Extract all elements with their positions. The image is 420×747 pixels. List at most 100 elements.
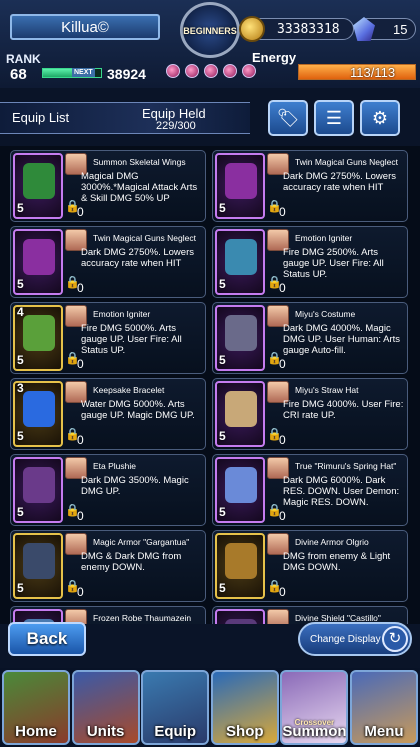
equip-thumbnail: 5 bbox=[215, 229, 265, 295]
nav-label: Units bbox=[86, 723, 125, 740]
energy-label: Energy bbox=[252, 50, 297, 65]
equip-card[interactable]: 5 🔒 0 Summon Skeletal Wings Magical DMG … bbox=[10, 150, 206, 222]
orb-icon bbox=[242, 64, 256, 78]
equip-card[interactable]: 5 🔒 0 Twin Magical Guns Neglect Dark DMG… bbox=[212, 150, 408, 222]
equip-description: DMG & Dark DMG from enemy DOWN. bbox=[81, 551, 182, 573]
equip-description: Dark DMG 6000%. Dark RES. DOWN. User Dem… bbox=[283, 475, 400, 508]
equip-art-icon bbox=[23, 315, 55, 351]
change-display-label: Change Display bbox=[310, 633, 381, 645]
gear-icon: ⚙ bbox=[371, 107, 389, 128]
equip-thumbnail: 5 bbox=[215, 533, 265, 599]
orb-icon bbox=[223, 64, 237, 78]
equip-level-badge: 4 bbox=[17, 305, 24, 319]
equip-count: 0 bbox=[279, 281, 286, 295]
equip-art-icon bbox=[23, 543, 55, 579]
nav-home[interactable]: Home bbox=[2, 670, 70, 745]
equip-thumbnail: 5 bbox=[13, 153, 63, 219]
rank-label: RANK bbox=[6, 52, 41, 66]
nav-label: Equip bbox=[154, 723, 197, 740]
equip-art-icon bbox=[23, 239, 55, 275]
equip-card[interactable]: 5 🔒 0 Eta Plushie Dark DMG 3500%. Magic … bbox=[10, 454, 206, 526]
equip-art-icon bbox=[23, 391, 55, 427]
equip-art-icon bbox=[225, 391, 257, 427]
settings-button[interactable]: ⚙ bbox=[360, 100, 400, 136]
equip-name: True "Rimuru's Spring Hat" bbox=[295, 461, 397, 471]
equip-thumbnail: 5 bbox=[215, 153, 265, 219]
equip-name: Eta Plushie bbox=[93, 461, 136, 471]
rarity-star: 5 bbox=[219, 353, 226, 367]
gold-value: 33383318 bbox=[277, 22, 340, 37]
nav-label: Shop bbox=[226, 723, 264, 740]
equip-name: Twin Magical Guns Neglect bbox=[93, 233, 196, 243]
nav-equip[interactable]: Equip bbox=[141, 670, 210, 745]
equip-art-icon bbox=[23, 467, 55, 503]
equip-name: Keepsake Bracelet bbox=[93, 385, 165, 395]
equip-card[interactable]: 5 🔒 0 Miyu's Costume Dark DMG 4000%. Mag… bbox=[212, 302, 408, 374]
equip-name: Summon Skeletal Wings bbox=[93, 157, 186, 167]
nav-summon[interactable]: Crossover Summon bbox=[280, 670, 349, 745]
equip-thumbnail: 5 bbox=[13, 229, 63, 295]
rarity-star: 5 bbox=[219, 429, 226, 443]
equip-art-icon bbox=[23, 163, 55, 199]
gem-value: 15 bbox=[393, 22, 408, 37]
equip-card[interactable]: 5 🔒 0 Twin Magical Guns Neglect Dark DMG… bbox=[10, 226, 206, 298]
equip-grid[interactable]: 5 🔒 0 Summon Skeletal Wings Magical DMG … bbox=[0, 146, 420, 624]
nav-units[interactable]: Units bbox=[71, 670, 140, 745]
equip-name: Emotion Igniter bbox=[295, 233, 353, 243]
gold-counter[interactable]: 33383318 bbox=[239, 16, 354, 42]
equip-description: Dark DMG 2750%. Lowers accuracy rate whe… bbox=[283, 171, 396, 193]
rarity-star: 5 bbox=[219, 201, 226, 215]
equip-list-bar: Equip List Equip Held 229/300 🏷 ☰ ⚙ bbox=[0, 96, 420, 140]
equip-art-icon bbox=[225, 467, 257, 503]
username-plate[interactable]: Killua© bbox=[10, 14, 160, 40]
equip-card[interactable]: 5 🔒 0 Magic Armor "Gargantua" DMG & Dark… bbox=[10, 530, 206, 602]
equip-description: Dark DMG 4000%. Magic DMG UP. User Human… bbox=[283, 323, 401, 356]
equip-card[interactable]: 5 🔒 0 4 Emotion Igniter Fire DMG 5000%. … bbox=[10, 302, 206, 374]
equip-count: 0 bbox=[77, 281, 84, 295]
tag-button[interactable]: 🏷 bbox=[268, 100, 308, 136]
equip-thumbnail: 5 bbox=[215, 457, 265, 523]
rarity-star: 5 bbox=[219, 277, 226, 291]
emblem-text: BEGINNERS bbox=[183, 26, 237, 36]
equip-name: Emotion Igniter bbox=[93, 309, 151, 319]
equip-count: 0 bbox=[77, 205, 84, 219]
equip-card[interactable]: 5 🔒 0 Divine Armor Olgrio DMG from enemy… bbox=[212, 530, 408, 602]
nav-label: Menu bbox=[364, 723, 404, 740]
event-emblem[interactable]: BEGINNERS bbox=[160, 0, 260, 88]
equip-thumbnail: 5 bbox=[215, 381, 265, 447]
filter-button[interactable]: ☰ bbox=[314, 100, 354, 136]
rarity-star: 5 bbox=[17, 505, 24, 519]
nav-label: Summon bbox=[282, 723, 347, 740]
rarity-star: 5 bbox=[219, 581, 226, 595]
equip-description: Dark DMG 3500%. Magic DMG UP. bbox=[81, 475, 189, 497]
gem-icon bbox=[353, 17, 375, 41]
equip-card[interactable]: 5 🔒 0 Emotion Igniter Fire DMG 2500%. Ar… bbox=[212, 226, 408, 298]
emblem-orbs bbox=[166, 64, 256, 78]
equip-count: 0 bbox=[279, 585, 286, 599]
equip-list-title: Equip List bbox=[12, 110, 70, 125]
next-exp-value: 38924 bbox=[107, 66, 146, 82]
equip-card[interactable]: 5 🔒 0 3 Keepsake Bracelet Water DMG 5000… bbox=[10, 378, 206, 450]
equip-description: Magical DMG 3000%.*Magical Attack Arts &… bbox=[81, 171, 198, 204]
username: Killua© bbox=[61, 18, 109, 36]
nav-menu[interactable]: Menu bbox=[349, 670, 418, 745]
orb-icon bbox=[204, 64, 218, 78]
nav-label: Home bbox=[15, 723, 57, 740]
equip-card[interactable]: 5 🔒 0 Miyu's Straw Hat Fire DMG 4000%. U… bbox=[212, 378, 408, 450]
nav-shop[interactable]: Shop bbox=[210, 670, 279, 745]
change-display-button[interactable]: Change Display ↻ bbox=[298, 622, 412, 656]
energy-value: 113/113 bbox=[350, 65, 396, 80]
equip-description: Fire DMG 2500%. Arts gauge UP. User Fire… bbox=[283, 247, 384, 280]
orb-icon bbox=[185, 64, 199, 78]
rank-value: 68 bbox=[10, 66, 27, 83]
equip-description: Fire DMG 4000%. User Fire: CRI rate UP. bbox=[283, 399, 404, 421]
back-button[interactable]: Back bbox=[8, 622, 86, 656]
equip-name: Miyu's Costume bbox=[295, 309, 356, 319]
equip-thumbnail: 5 bbox=[215, 609, 265, 624]
equip-held-label: Equip Held bbox=[142, 106, 206, 121]
equip-name: Frozen Robe Thaumazein bbox=[93, 613, 192, 623]
gem-counter[interactable]: 15 bbox=[353, 17, 416, 41]
equip-count: 0 bbox=[279, 509, 286, 523]
equip-card[interactable]: 5 🔒 0 True "Rimuru's Spring Hat" Dark DM… bbox=[212, 454, 408, 526]
equip-count: 0 bbox=[279, 357, 286, 371]
